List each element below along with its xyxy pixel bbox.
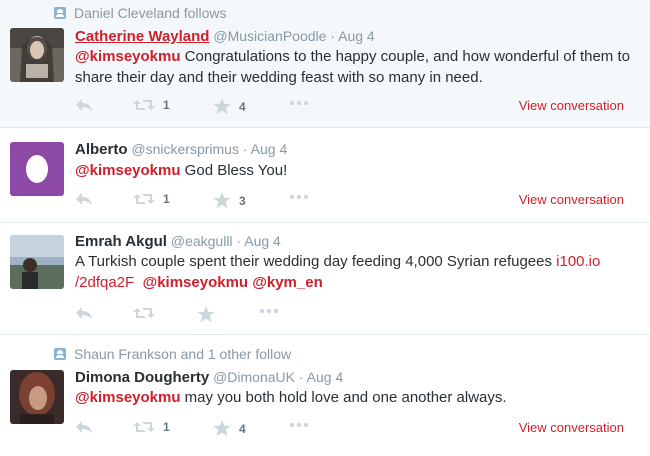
tweet-header: Catherine Wayland @MusicianPoodle · Aug … [75, 28, 375, 45]
follow-context-icon [54, 348, 66, 360]
avatar[interactable] [10, 28, 64, 82]
favorite-button[interactable]: 4 [213, 420, 246, 437]
separator-dot: · [242, 141, 248, 157]
favorite-icon [213, 420, 231, 437]
mention-link-2[interactable]: @kym_en [252, 274, 323, 291]
timestamp[interactable]: Aug 4 [244, 233, 281, 249]
tweet-header: Dimona Dougherty @DimonaUK · Aug 4 [75, 369, 343, 386]
retweet-button[interactable]: 1 [133, 420, 170, 434]
tweet-3[interactable]: Emrah Akgul @eakgulll · Aug 4 A Turkish … [0, 223, 650, 335]
retweet-count: 1 [163, 192, 170, 206]
tweet-actions: 1 4 View conversation [75, 98, 640, 116]
favorite-button[interactable]: 3 [213, 192, 246, 209]
reply-button[interactable] [75, 98, 93, 112]
more-button[interactable] [259, 308, 279, 314]
tweet-actions: 1 4 View conversation [75, 420, 640, 438]
retweet-button[interactable] [133, 306, 155, 320]
mention-link[interactable]: @kimseyokmu [75, 48, 181, 65]
tweet-body: A Turkish couple spent their wedding day… [75, 253, 557, 270]
tweet-actions [75, 306, 640, 324]
more-icon [289, 422, 309, 428]
view-conversation-link[interactable]: View conversation [519, 420, 624, 435]
tweet-1[interactable]: Daniel Cleveland follows Catherine Wayla… [0, 0, 650, 128]
mention-link[interactable]: @kimseyokmu [75, 389, 181, 406]
more-button[interactable] [289, 194, 309, 200]
separator-dot: · [298, 369, 304, 385]
timestamp[interactable]: Aug 4 [307, 369, 344, 385]
reply-button[interactable] [75, 306, 93, 320]
tweet-4[interactable]: Shaun Frankson and 1 other follow Dimona… [0, 335, 650, 456]
timestamp[interactable]: Aug 4 [338, 28, 375, 44]
url-link-continued[interactable]: /2dfqa2F [75, 274, 134, 291]
tweet-header: Emrah Akgul @eakgulll · Aug 4 [75, 233, 281, 250]
retweet-icon [133, 420, 155, 434]
context-text: Shaun Frankson and 1 other follow [74, 346, 292, 362]
follow-context: Daniel Cleveland follows [54, 5, 227, 21]
author-name[interactable]: Dimona Dougherty [75, 369, 209, 386]
view-conversation-link[interactable]: View conversation [519, 98, 624, 113]
timestamp[interactable]: Aug 4 [251, 141, 288, 157]
retweet-icon [133, 192, 155, 206]
author-handle[interactable]: @snickersprimus [131, 141, 239, 157]
more-button[interactable] [289, 100, 309, 106]
avatar[interactable] [10, 370, 64, 424]
reply-icon [75, 306, 93, 320]
author-name[interactable]: Alberto [75, 141, 128, 158]
tweet-actions: 1 3 View conversation [75, 192, 640, 210]
tweet-text: @kimseyokmu Congratulations to the happy… [75, 46, 640, 88]
tweet-2[interactable]: Alberto @snickersprimus · Aug 4 @kimseyo… [0, 128, 650, 223]
url-link[interactable]: i100.io [556, 253, 600, 270]
favorite-icon [213, 192, 231, 209]
author-handle[interactable]: @DimonaUK [213, 369, 295, 385]
favorite-count: 3 [239, 193, 246, 208]
more-button[interactable] [289, 422, 309, 428]
avatar[interactable] [10, 235, 64, 289]
more-icon [289, 194, 309, 200]
mention-link[interactable]: @kimseyokmu [143, 274, 249, 291]
author-handle[interactable]: @eakgulll [171, 233, 233, 249]
reply-button[interactable] [75, 192, 93, 206]
tweet-text: @kimseyokmu may you both hold love and o… [75, 387, 640, 408]
reply-icon [75, 420, 93, 434]
retweet-icon [133, 306, 155, 320]
favorite-icon [213, 98, 231, 115]
favorite-count: 4 [239, 421, 246, 436]
reply-icon [75, 192, 93, 206]
mention-link[interactable]: @kimseyokmu [75, 162, 181, 179]
reply-icon [75, 98, 93, 112]
tweet-body: may you both hold love and one another a… [180, 389, 507, 406]
view-conversation-link[interactable]: View conversation [519, 192, 624, 207]
author-name[interactable]: Catherine Wayland [75, 28, 209, 45]
avatar[interactable] [10, 142, 64, 196]
favorite-count: 4 [239, 99, 246, 114]
retweet-count: 1 [163, 420, 170, 434]
tweet-text: @kimseyokmu God Bless You! [75, 160, 640, 181]
retweet-icon [133, 98, 155, 112]
author-name[interactable]: Emrah Akgul [75, 233, 167, 250]
separator-dot: · [236, 233, 242, 249]
more-icon [289, 100, 309, 106]
tweet-header: Alberto @snickersprimus · Aug 4 [75, 141, 287, 158]
follow-context-icon [54, 7, 66, 19]
retweet-button[interactable]: 1 [133, 98, 170, 112]
separator-dot: · [330, 28, 335, 44]
tweet-text: A Turkish couple spent their wedding day… [75, 251, 640, 293]
favorite-button[interactable] [197, 306, 215, 323]
tweet-body: God Bless You! [180, 162, 288, 179]
retweet-button[interactable]: 1 [133, 192, 170, 206]
retweet-count: 1 [163, 98, 170, 112]
more-icon [259, 308, 279, 314]
follow-context: Shaun Frankson and 1 other follow [54, 346, 291, 362]
context-text: Daniel Cleveland follows [74, 5, 227, 21]
favorite-icon [197, 306, 215, 323]
favorite-button[interactable]: 4 [213, 98, 246, 115]
reply-button[interactable] [75, 420, 93, 434]
author-handle[interactable]: @MusicianPoodle [213, 28, 326, 44]
